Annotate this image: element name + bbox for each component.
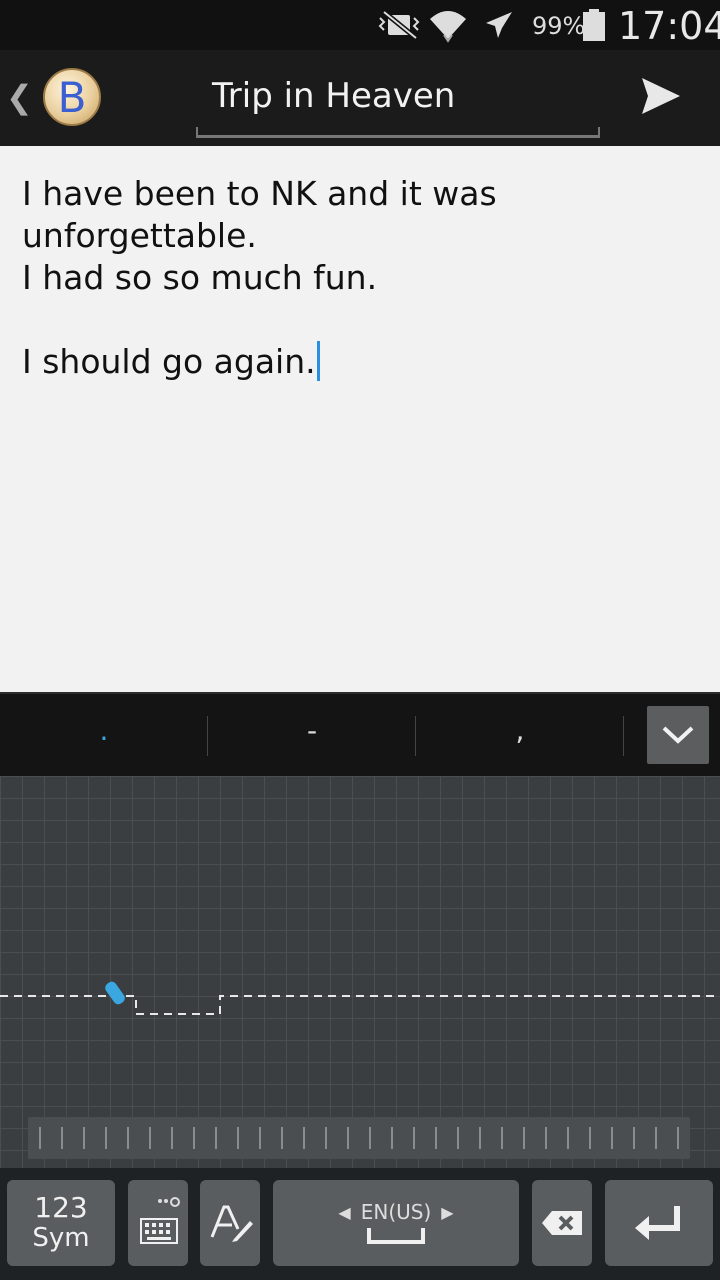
language-label: EN(US) <box>360 1200 432 1224</box>
send-icon <box>642 78 680 114</box>
title-bar: ❮ B Trip in Heaven <box>0 50 720 146</box>
handwriting-mode-icon <box>210 1205 253 1242</box>
divider <box>623 716 624 756</box>
language-next-icon: ▶ <box>441 1202 454 1222</box>
backspace-key[interactable] <box>532 1180 592 1266</box>
pen-cursor-marker <box>105 981 125 1005</box>
wifi-icon <box>428 0 468 50</box>
handwriting-mode-key[interactable] <box>200 1180 260 1266</box>
title-input[interactable]: Trip in Heaven <box>196 70 600 138</box>
chevron-left-icon[interactable]: ❮ <box>6 78 33 116</box>
handwriting-pad[interactable] <box>0 776 720 1168</box>
suggestion-item[interactable]: , <box>416 714 624 758</box>
handwriting-scroll-strip[interactable] <box>28 1117 690 1159</box>
note-body[interactable]: I have been to NK and it was unforgettab… <box>22 173 702 383</box>
note-editor[interactable]: I have been to NK and it was unforgettab… <box>0 146 720 692</box>
battery-percentage: 99% <box>532 12 586 40</box>
keyboard-settings-key[interactable] <box>128 1180 188 1266</box>
enter-key[interactable] <box>605 1180 713 1266</box>
note-text: I have been to NK and it was unforgettab… <box>22 174 497 381</box>
suggestion-bar: . - , <box>0 692 720 776</box>
symbols-key[interactable]: 123 Sym <box>7 1180 115 1266</box>
suggestion-text: , <box>515 714 525 747</box>
clock: 17:04 <box>618 4 720 48</box>
enter-icon <box>635 1206 680 1240</box>
suggestion-item[interactable]: - <box>208 714 416 758</box>
symbols-key-line2: Sym <box>32 1223 90 1253</box>
battery-icon <box>582 9 606 41</box>
chevron-down-icon <box>662 726 694 744</box>
title-text: Trip in Heaven <box>212 76 456 116</box>
language-prev-icon: ◀ <box>338 1202 351 1222</box>
avatar-letter: B <box>57 72 87 122</box>
symbols-key-line1: 123 <box>34 1191 88 1224</box>
writing-baseline <box>0 981 720 1015</box>
keyboard-settings-icon <box>140 1197 180 1244</box>
backspace-icon <box>542 1211 582 1235</box>
avatar[interactable]: B <box>43 68 101 126</box>
space-language-key[interactable]: ◀ EN(US) ▶ <box>273 1180 519 1266</box>
space-icon <box>367 1228 425 1244</box>
suggestion-item[interactable]: . <box>0 714 208 758</box>
keyboard-key-row: 123 Sym ◀ EN(US) ▶ <box>0 1168 720 1280</box>
suggestion-text: - <box>306 714 318 747</box>
status-bar: 99% 17:04 <box>0 0 720 50</box>
send-button[interactable] <box>640 76 686 122</box>
airplane-mode-icon <box>482 0 516 50</box>
text-cursor <box>316 341 320 381</box>
vibrate-mute-icon <box>376 0 424 50</box>
strip-ticks <box>39 1127 679 1149</box>
collapse-suggestions-button[interactable] <box>647 706 709 764</box>
suggestion-text: . <box>99 714 109 747</box>
